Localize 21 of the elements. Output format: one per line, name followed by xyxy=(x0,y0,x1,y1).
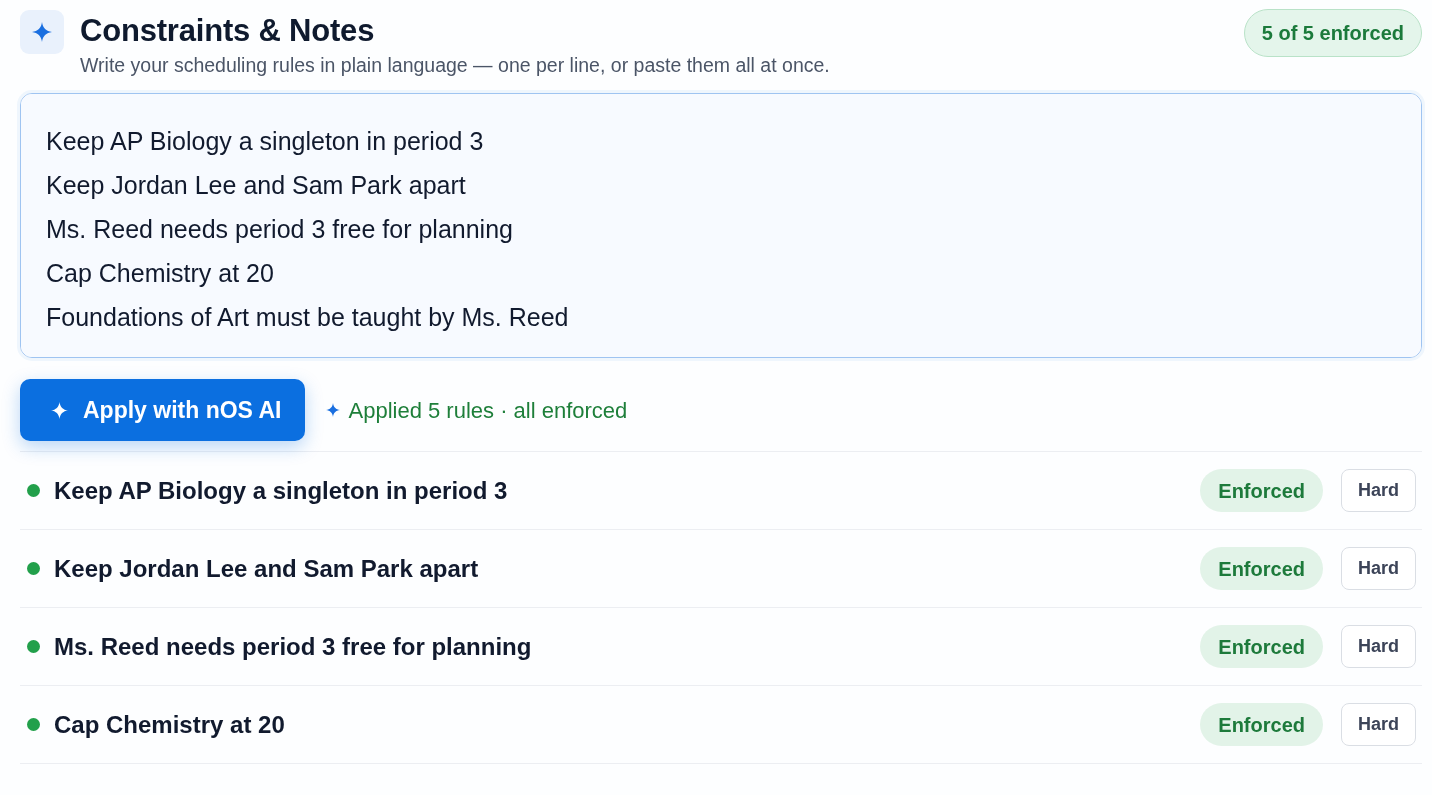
rule-text: Keep Jordan Lee and Sam Park apart xyxy=(54,553,479,584)
apply-ai-button[interactable]: Apply with nOS AI xyxy=(20,379,306,441)
strength-toggle-button[interactable]: Hard xyxy=(1341,469,1416,512)
panel-title: Constraints & Notes xyxy=(80,12,376,50)
rule-text: Ms. Reed needs period 3 free for planning xyxy=(54,631,532,662)
status-badge: Enforced xyxy=(1200,703,1323,746)
rule-text: Cap Chemistry at 20 xyxy=(54,709,285,740)
strength-toggle-button[interactable]: Hard xyxy=(1341,703,1416,746)
sparkle-icon xyxy=(51,401,68,419)
strength-toggle-button[interactable]: Hard xyxy=(1341,547,1416,590)
status-badge: Enforced xyxy=(1200,469,1323,512)
panel-subtitle: Write your scheduling rules in plain language — one per line, or paste them all at once. xyxy=(80,53,830,77)
apply-status-text: Applied 5 rules · all enforced xyxy=(348,396,628,425)
sparkle-icon xyxy=(20,10,64,54)
rule-text: Keep AP Biology a singleton in period 3 xyxy=(54,475,508,506)
status-badge: Enforced xyxy=(1200,547,1323,590)
rules-text-area[interactable]: Keep AP Biology a singleton in period 3 Keep Jordan Lee and Sam Park apart Ms. Reed needs period 3 free for planning Cap Chemistry at 20 Foundations of Art must be taught by Ms. Reed xyxy=(20,93,1422,358)
enforced-count-badge: 5 of 5 enforced xyxy=(1243,9,1422,57)
strength-toggle-button[interactable]: Hard xyxy=(1341,625,1416,668)
sparkle-icon xyxy=(326,403,341,417)
status-badge: Enforced xyxy=(1200,625,1323,668)
